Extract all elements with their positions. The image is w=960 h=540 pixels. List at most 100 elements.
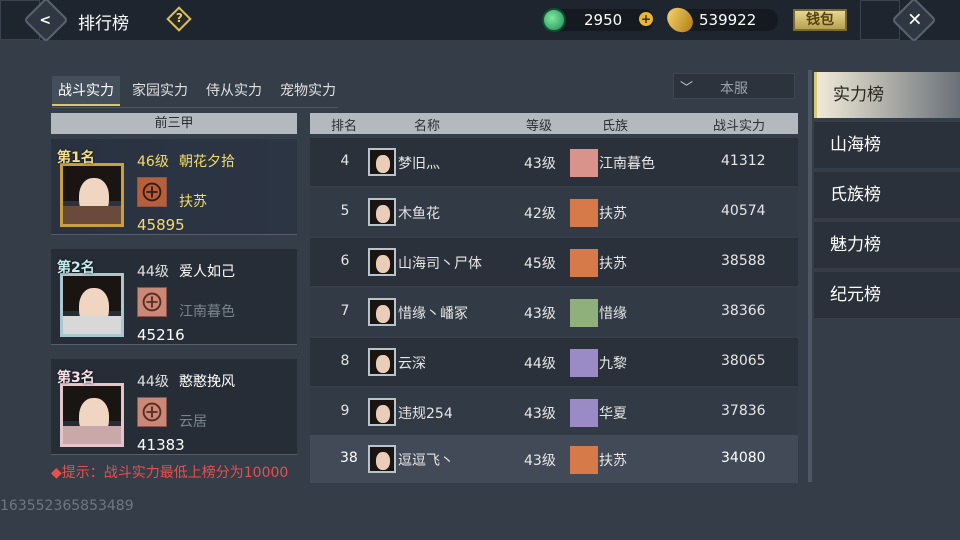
avatar: [368, 348, 396, 376]
avatar: [368, 445, 396, 473]
row-name: 逗逗飞丶: [398, 453, 454, 469]
top3-card-2[interactable]: 第2名 44级 爱人如己 江南暮色 45216: [51, 249, 297, 345]
tab-charm-ranking[interactable]: 魅力榜: [814, 222, 960, 268]
avatar: [368, 248, 396, 276]
tab-servant-power[interactable]: 侍从实力: [200, 76, 268, 106]
rank-label: 第2名: [57, 260, 95, 276]
row-name: 木鱼花: [398, 206, 440, 222]
tab-home-power[interactable]: 家园实力: [126, 76, 194, 106]
row-level: 43级: [524, 306, 556, 322]
player-name: 爱人如己: [179, 264, 235, 280]
help-icon[interactable]: ?: [166, 6, 192, 32]
top3-card-1[interactable]: 第1名 46级 朝花夕拾 扶苏 45895: [51, 139, 297, 235]
player-level: 44级: [137, 264, 169, 280]
avatar: [368, 148, 396, 176]
row-rank: 6: [340, 253, 350, 269]
row-rank: 8: [340, 353, 350, 369]
wallet-button[interactable]: 钱包: [793, 9, 847, 31]
jade-icon: [542, 8, 566, 32]
row-rank: 5: [340, 203, 350, 219]
server-dropdown-value: 本服: [720, 81, 748, 97]
close-icon: ✕: [907, 9, 923, 31]
row-level: 44级: [524, 356, 556, 372]
avatar: [60, 383, 124, 447]
row-clan: 扶苏: [599, 206, 627, 222]
table-header: 排名 名称 等级 氏族 战斗实力: [310, 113, 798, 134]
col-name: 名称: [414, 119, 441, 134]
row-clan: 扶苏: [599, 256, 627, 272]
col-clan: 氏族: [602, 119, 629, 134]
clan-emblem-icon: [570, 249, 598, 277]
player-name: 朝花夕拾: [179, 154, 235, 170]
clan-emblem-icon: [570, 349, 598, 377]
page-title: 排行榜: [78, 14, 129, 34]
rank-label: 第3名: [57, 370, 95, 386]
clan-emblem-icon: [137, 397, 167, 427]
tab-clan-ranking[interactable]: 氏族榜: [814, 172, 960, 218]
avatar: [368, 198, 396, 226]
ranking-type-tabs: 实力榜 山海榜 氏族榜 魅力榜 纪元榜: [814, 72, 960, 322]
tabs-divider: [52, 107, 338, 108]
row-rank: 7: [340, 303, 350, 319]
clan-emblem-icon: [137, 177, 167, 207]
row-power: 34080: [721, 450, 766, 466]
tab-shanhai-ranking[interactable]: 山海榜: [814, 122, 960, 168]
player-name: 憨憨挽风: [179, 374, 235, 390]
row-name: 惜缘丶嶓冢: [398, 306, 468, 322]
table-row[interactable]: 6 山海司丶尸体 45级 扶苏 38588: [310, 238, 798, 286]
chevron-down-icon: ﹀: [680, 81, 694, 96]
tab-combat-power[interactable]: 战斗实力: [52, 76, 120, 106]
clan-emblem-icon: [570, 299, 598, 327]
clan-emblem-icon: [570, 149, 598, 177]
row-level: 43级: [524, 156, 556, 172]
row-power: 41312: [721, 153, 766, 169]
avatar: [368, 298, 396, 326]
col-power: 战斗实力: [713, 119, 766, 134]
clan-emblem-icon: [137, 287, 167, 317]
back-arrow-icon: <: [39, 12, 52, 29]
side-divider: [808, 70, 812, 482]
avatar: [60, 163, 124, 227]
user-id: 163552365853489: [0, 498, 134, 514]
row-power: 38366: [721, 303, 766, 319]
row-level: 43级: [524, 406, 556, 422]
row-level: 43级: [524, 453, 556, 469]
row-clan: 扶苏: [599, 453, 627, 469]
row-level: 42级: [524, 206, 556, 222]
col-rank: 排名: [331, 119, 358, 134]
tab-strength-ranking[interactable]: 实力榜: [814, 72, 960, 118]
row-rank: 38: [340, 450, 358, 466]
combat-power: 41383: [137, 436, 185, 454]
table-row[interactable]: 4 梦旧灬 43级 江南暮色 41312: [310, 138, 798, 186]
table-row[interactable]: 8 云深 44级 九黎 38065: [310, 338, 798, 386]
avatar: [60, 273, 124, 337]
table-row[interactable]: 9 违规254 43级 华夏 37836: [310, 388, 798, 436]
clan-emblem-icon: [570, 199, 598, 227]
row-power: 40574: [721, 203, 766, 219]
coin-amount: 539922: [699, 11, 757, 29]
top3-card-3[interactable]: 第3名 44级 憨憨挽风 云居 41383: [51, 359, 297, 455]
server-dropdown[interactable]: ﹀ 本服: [673, 73, 795, 99]
tab-era-ranking[interactable]: 纪元榜: [814, 272, 960, 318]
row-power: 38588: [721, 253, 766, 269]
row-rank: 4: [340, 153, 350, 169]
row-clan: 九黎: [599, 356, 627, 372]
table-row[interactable]: 7 惜缘丶嶓冢 43级 惜缘 38366: [310, 288, 798, 336]
top-bar: < 排行榜 ? 2950 + 539922 钱包 ✕: [0, 0, 960, 43]
coin-balance: 539922: [678, 9, 778, 31]
row-clan: 华夏: [599, 406, 627, 422]
row-power: 38065: [721, 353, 766, 369]
table-row[interactable]: 5 木鱼花 42级 扶苏 40574: [310, 188, 798, 236]
row-rank: 9: [340, 403, 350, 419]
row-name: 梦旧灬: [398, 156, 440, 172]
row-clan: 江南暮色: [599, 156, 655, 172]
row-level: 45级: [524, 256, 556, 272]
ranking-table: 4 梦旧灬 43级 江南暮色 41312 5 木鱼花 42级 扶苏 40574 …: [310, 138, 798, 483]
add-jade-icon[interactable]: +: [639, 12, 653, 26]
combat-power: 45895: [137, 216, 185, 234]
clan-emblem-icon: [570, 446, 598, 474]
col-level: 等级: [526, 119, 553, 134]
table-row-self[interactable]: 38 逗逗飞丶 43级 扶苏 34080: [310, 435, 798, 483]
tab-pet-power[interactable]: 宠物实力: [274, 76, 342, 106]
clan-name: 江南暮色: [179, 304, 235, 320]
